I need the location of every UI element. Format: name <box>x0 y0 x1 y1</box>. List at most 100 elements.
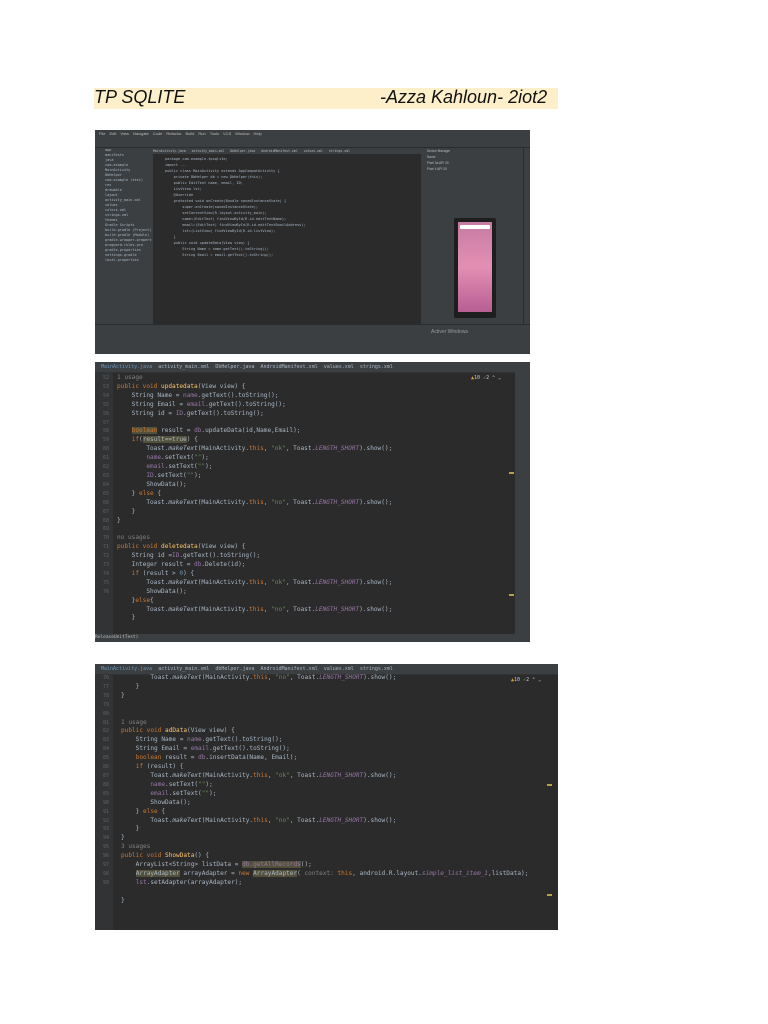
editor-tab[interactable]: values.xml <box>304 149 323 153</box>
editor-tab[interactable]: activity_main.xml <box>192 149 225 153</box>
check-count: 2 <box>486 375 490 381</box>
menu-item[interactable]: Code <box>153 131 163 136</box>
editor-tab[interactable]: MainActivity.java <box>101 664 152 674</box>
line-number: 93 <box>102 826 109 833</box>
editor-tabs: MainActivity.java activity_main.xml DbHelp… <box>153 148 421 154</box>
line-number: 73 <box>102 562 109 569</box>
menu-item[interactable]: File <box>99 131 105 136</box>
document-title: TP SQLITE <box>94 87 186 107</box>
line-numbers: 52 53 54 55 56 57 58 59 60 61 62 63 64 65 66 67 68 69 70 71… <box>97 374 109 597</box>
emulator-screen <box>458 222 492 312</box>
line-number: 54 <box>102 392 109 399</box>
menu-item[interactable]: Run <box>198 131 205 136</box>
chevron-down-icon[interactable]: ⌄ <box>538 677 541 683</box>
editor-tab[interactable]: MainActivity.java <box>101 362 152 372</box>
line-number: 71 <box>102 544 109 551</box>
editor-tab[interactable]: strings.xml <box>360 362 393 372</box>
line-number: 77 <box>102 683 109 690</box>
warning-marker[interactable] <box>547 894 552 896</box>
editor-tab[interactable]: values.xml <box>324 362 354 372</box>
project-tree: app manifests java com.example MainActivity D… <box>102 148 152 324</box>
line-number: 56 <box>102 410 109 417</box>
menu-bar: File Edit View Navigate Code Refactor Build Run… <box>95 130 530 138</box>
line-number: 81 <box>102 719 109 726</box>
menu-item[interactable]: Build <box>185 131 194 136</box>
editor-tab[interactable]: AndroidManifest.xml <box>261 664 318 674</box>
editor-tab[interactable]: DbHelper.java <box>230 149 255 153</box>
editor-tab[interactable]: strings.xml <box>329 149 350 153</box>
line-number: 57 <box>102 419 109 426</box>
chevron-down-icon[interactable]: ⌄ <box>498 375 501 381</box>
line-number: 52 <box>102 375 109 381</box>
right-tool-strip <box>523 148 530 344</box>
menu-item[interactable]: Edit <box>109 131 116 136</box>
line-number: 63 <box>102 472 109 479</box>
menu-item[interactable]: View <box>120 131 129 136</box>
menu-item[interactable]: Refactor <box>166 131 181 136</box>
editor-tab[interactable]: dbHelper.java <box>215 664 254 674</box>
device-panel: Device Manager Name Pixel 3a API 30 Pixel 4… <box>421 148 523 324</box>
code-screenshot-add-show: MainActivity.java activity_main.xml dbHelp… <box>95 664 558 930</box>
code-block: Toast.makeText(MainActivity.this, "no", … <box>121 674 529 904</box>
line-number: 70 <box>102 535 109 542</box>
editor-tab[interactable]: AndroidManifest.xml <box>261 362 318 372</box>
line-number: 62 <box>102 464 109 471</box>
line-number: 75 <box>102 579 109 586</box>
line-number: 78 <box>102 692 109 699</box>
line-number: 53 <box>102 383 109 390</box>
right-tool-strip <box>515 372 530 634</box>
warning-marker[interactable] <box>547 784 552 786</box>
menu-item[interactable]: Window <box>235 131 249 136</box>
line-number: 85 <box>102 755 109 762</box>
line-number: 76 <box>102 675 109 681</box>
line-number: 80 <box>102 710 109 717</box>
editor-tab[interactable]: activity_main.xml <box>158 664 209 674</box>
warning-marker[interactable] <box>509 594 514 596</box>
line-number: 69 <box>102 526 109 533</box>
line-number: 96 <box>102 853 109 860</box>
tree-item[interactable]: local.properties <box>102 258 152 263</box>
line-number: 76 <box>102 588 109 595</box>
editor-tab[interactable]: DbHelper.java <box>215 362 254 372</box>
editor-tab[interactable]: AndroidManifest.xml <box>261 149 297 153</box>
line-number: 74 <box>102 570 109 577</box>
menu-item[interactable]: Tools <box>210 131 219 136</box>
line-number: 87 <box>102 772 109 779</box>
line-number: 86 <box>102 764 109 771</box>
line-number: 94 <box>102 835 109 842</box>
menu-item[interactable]: VCS <box>223 131 231 136</box>
document-title-bar: TP SQLITE -Azza Kahloun- 2iot2 <box>94 87 558 109</box>
line-number: 60 <box>102 446 109 453</box>
line-number: 55 <box>102 401 109 408</box>
status-bar: ReleaseUnitTest) <box>95 634 530 642</box>
line-number: 67 <box>102 508 109 515</box>
editor-tab[interactable]: values.xml <box>324 664 354 674</box>
device-item[interactable]: Pixel 4 API 30 <box>421 166 523 172</box>
chevron-up-icon[interactable]: ⌃ <box>532 677 535 683</box>
device-manager-list: Device Manager Name Pixel 3a API 30 Pixel 4… <box>421 148 523 203</box>
code-screenshot-update-delete: MainActivity.java activity_main.xml DbHelp… <box>95 362 530 642</box>
code-line: String Email = email.getText().toString(… <box>165 253 274 257</box>
menu-item[interactable]: Navigate <box>133 131 149 136</box>
code-block: 1 usage public void updatedata(View view… <box>117 374 393 622</box>
line-number: 64 <box>102 481 109 488</box>
activate-windows-text: Activer Windows <box>431 329 468 335</box>
line-number: 99 <box>102 879 109 886</box>
line-number: 97 <box>102 862 109 869</box>
editor-tab[interactable]: strings.xml <box>360 664 393 674</box>
line-number: 59 <box>102 437 109 444</box>
line-number: 72 <box>102 553 109 560</box>
warning-marker[interactable] <box>509 472 514 474</box>
editor-tabs: MainActivity.java activity_main.xml DbHelp… <box>95 362 530 373</box>
emulator-frame <box>454 218 496 318</box>
toolbar <box>95 138 530 148</box>
editor-tab[interactable]: activity_main.xml <box>158 362 209 372</box>
editor-tab[interactable]: MainActivity.java <box>153 149 186 153</box>
menu-item[interactable]: Help <box>254 131 262 136</box>
document-author: -Azza Kahloun- 2iot2 <box>380 87 548 107</box>
chevron-up-icon[interactable]: ⌃ <box>492 375 495 381</box>
line-number: 92 <box>102 817 109 824</box>
code-block: package com.example.tpsqlite; import ... p… <box>165 156 306 258</box>
line-number: 89 <box>102 790 109 797</box>
line-number: 66 <box>102 499 109 506</box>
